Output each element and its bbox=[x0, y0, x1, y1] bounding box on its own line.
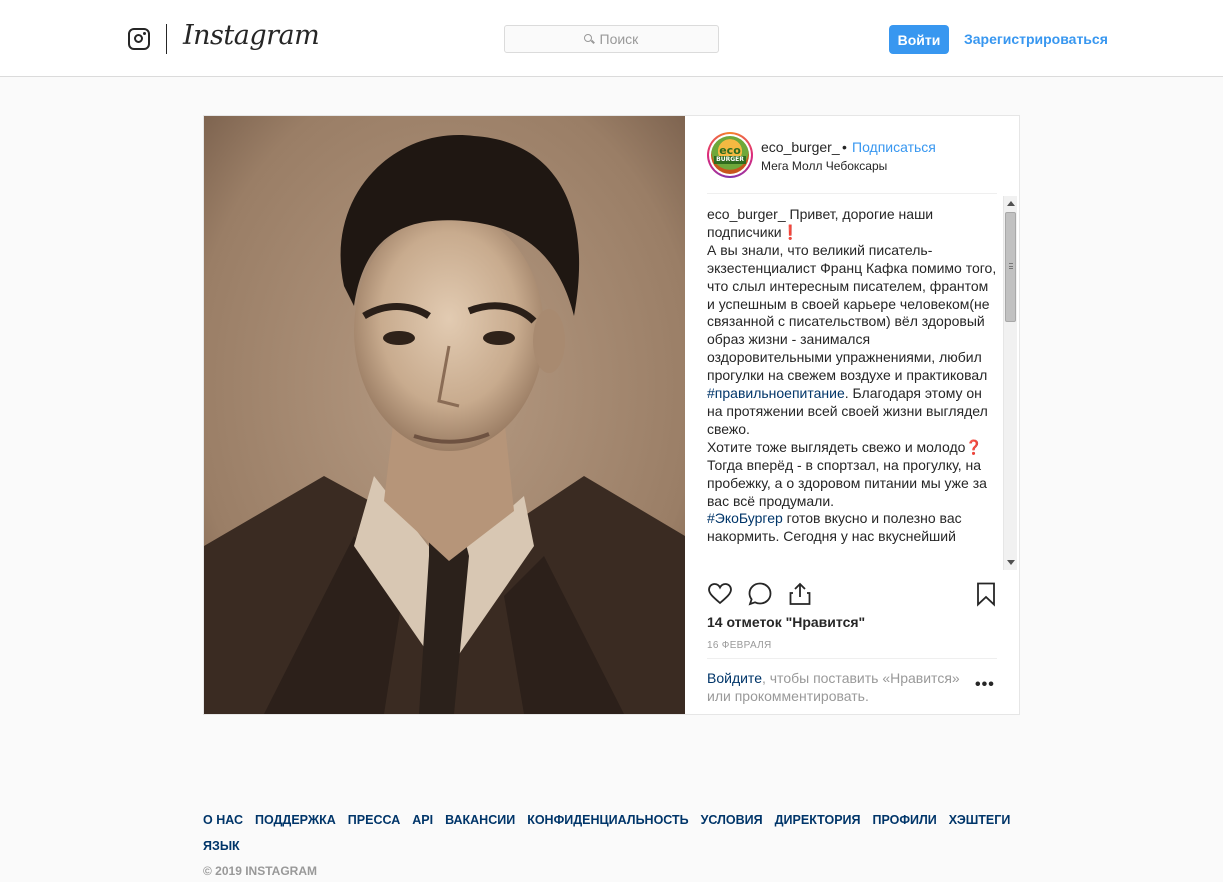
footer-link-terms[interactable]: УСЛОВИЯ bbox=[701, 812, 763, 828]
caption-username[interactable]: eco_burger_ bbox=[707, 206, 786, 222]
avatar-logo-text-bottom: BURGER bbox=[714, 156, 746, 164]
footer-link-hashtags[interactable]: ХЭШТЕГИ bbox=[949, 812, 1011, 828]
footer-navigation: О НАС ПОДДЕРЖКА ПРЕССА API ВАКАНСИИ КОНФИДЕНЦ… bbox=[203, 811, 1023, 863]
scroll-down-arrow-icon[interactable] bbox=[1007, 560, 1015, 565]
divider bbox=[707, 658, 997, 659]
top-navigation-bar: Instagram Войти Зарегистрироваться bbox=[0, 0, 1223, 77]
search-box[interactable] bbox=[504, 25, 719, 53]
likes-count[interactable]: 14 отметок "Нравится" bbox=[707, 614, 865, 630]
hashtag-link[interactable]: #ЭкоБургер bbox=[707, 510, 783, 526]
eco-burger-logo: eco BURGER bbox=[711, 136, 749, 174]
search-input[interactable] bbox=[599, 31, 640, 47]
copyright: © 2019 INSTAGRAM bbox=[203, 864, 317, 878]
scroll-up-arrow-icon[interactable] bbox=[1007, 201, 1015, 206]
more-options-button[interactable]: ••• bbox=[975, 676, 995, 694]
footer-link-directory[interactable]: ДИРЕКТОРИЯ bbox=[775, 812, 861, 828]
login-prompt: Войдите, чтобы поставить «Нравится» или … bbox=[707, 669, 967, 705]
footer-link-profiles[interactable]: ПРОФИЛИ bbox=[873, 812, 937, 828]
scrollbar-thumb[interactable] bbox=[1005, 212, 1016, 322]
follow-button[interactable]: Подписаться bbox=[852, 139, 936, 155]
grip-icon bbox=[1009, 263, 1013, 269]
post-side-panel: eco BURGER eco_burger_ • Подписаться Мег… bbox=[685, 116, 1019, 714]
login-button[interactable]: Войти bbox=[889, 25, 949, 54]
bookmark-icon[interactable] bbox=[973, 581, 999, 607]
footer-link-api[interactable]: API bbox=[412, 812, 433, 828]
camera-lens-shape bbox=[134, 34, 143, 43]
caption-scrollbar[interactable] bbox=[1003, 196, 1017, 570]
post-date: 16 ФЕВРАЛЯ bbox=[707, 640, 772, 651]
hashtag-link[interactable]: #правильноепитание bbox=[707, 385, 845, 401]
caption-text: . Благодаря этому он на протяжении всей … bbox=[707, 385, 988, 509]
footer-link-privacy[interactable]: КОНФИДЕНЦИАЛЬНОСТЬ bbox=[527, 812, 688, 828]
heart-icon[interactable] bbox=[707, 581, 733, 607]
header-separator: • bbox=[842, 139, 847, 155]
post-card: eco BURGER eco_burger_ • Подписаться Мег… bbox=[203, 115, 1020, 715]
avatar-frame: eco BURGER bbox=[709, 134, 751, 176]
post-photo[interactable] bbox=[204, 116, 685, 714]
post-actions bbox=[707, 581, 999, 609]
post-caption: eco_burger_ Привет, дорогие наши подписч… bbox=[707, 206, 997, 566]
sepia-portrait-image bbox=[204, 116, 685, 714]
caption-text: Привет, дорогие наши подписчики❗ А вы зн… bbox=[707, 206, 997, 384]
login-link[interactable]: Войдите bbox=[707, 670, 762, 686]
instagram-glyph-icon[interactable] bbox=[128, 28, 150, 50]
footer-link-press[interactable]: ПРЕССА bbox=[348, 812, 400, 828]
share-icon[interactable] bbox=[787, 581, 813, 607]
footer-link-support[interactable]: ПОДДЕРЖКА bbox=[255, 812, 336, 828]
logo-divider bbox=[166, 24, 167, 54]
instagram-wordmark[interactable]: Instagram bbox=[183, 20, 320, 51]
divider bbox=[707, 193, 997, 194]
camera-dot-shape bbox=[143, 32, 146, 35]
footer-link-language[interactable]: ЯЗЫК bbox=[203, 838, 240, 854]
signup-link[interactable]: Зарегистрироваться bbox=[964, 31, 1108, 47]
avatar[interactable]: eco BURGER bbox=[707, 132, 753, 178]
comment-icon[interactable] bbox=[747, 581, 773, 607]
post-username[interactable]: eco_burger_ bbox=[761, 139, 840, 155]
avatar-logo-text-top: eco bbox=[719, 144, 741, 157]
search-icon bbox=[583, 34, 594, 44]
post-location[interactable]: Мега Молл Чебоксары bbox=[761, 159, 887, 173]
footer-link-about[interactable]: О НАС bbox=[203, 812, 243, 828]
footer-link-jobs[interactable]: ВАКАНСИИ bbox=[445, 812, 515, 828]
